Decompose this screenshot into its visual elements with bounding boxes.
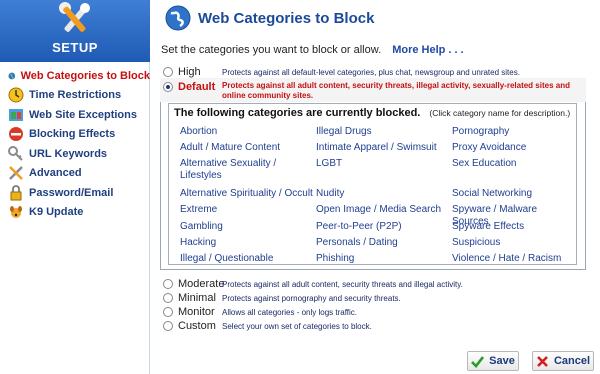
sidebar-item-time-restrictions[interactable]: Time Restrictions (0, 86, 150, 106)
sidebar-item-label: Web Site Exceptions (29, 108, 137, 121)
category-link[interactable]: Violence / Hate / Racism (452, 253, 561, 265)
level-moderate-radio[interactable] (163, 279, 173, 289)
category-link[interactable]: Phishing (316, 253, 354, 265)
level-name: Default (178, 81, 216, 93)
key-icon (8, 145, 23, 161)
sidebar-item-label: Web Categories to Block (20, 69, 150, 82)
category-link[interactable]: Personals / Dating (316, 237, 398, 249)
category-link[interactable]: Hacking (180, 237, 216, 249)
level-minimal-radio[interactable] (163, 293, 173, 303)
sidebar-item-password-email[interactable]: Password/Email (0, 183, 150, 203)
tools-icon (59, 2, 90, 32)
category-link[interactable]: Nudity (316, 188, 344, 200)
setup-label: SETUP (52, 40, 98, 55)
level-description: Protects against all default-level categ… (222, 67, 520, 77)
level-custom-radio[interactable] (163, 321, 173, 331)
more-help-link[interactable]: More Help . . . (392, 44, 464, 56)
category-link[interactable]: Sex Education (452, 158, 517, 170)
category-link[interactable]: Illegal / Questionable (180, 253, 273, 265)
category-link[interactable]: Gambling (180, 221, 223, 233)
tools-icon (9, 166, 23, 181)
checkmark-icon (471, 355, 485, 368)
globe-icon (165, 5, 191, 31)
category-link[interactable]: Pornography (452, 126, 509, 138)
level-description: Protects against pornography and securit… (222, 293, 401, 303)
sidebar-item-blocking-effects[interactable]: Blocking Effects (0, 125, 150, 145)
exceptions-icon (9, 108, 23, 121)
sidebar-item-label: Advanced (29, 167, 82, 180)
sidebar-item-label: Password/Email (29, 186, 114, 199)
close-icon (537, 355, 548, 367)
category-link[interactable]: Adult / Mature Content (180, 142, 280, 154)
level-monitor[interactable]: Monitor Allows all categories - only log… (163, 306, 357, 318)
sidebar: SETUP Web Categories to Block Time Restr… (0, 0, 150, 374)
save-label: Save (489, 355, 515, 367)
sidebar-item-label: URL Keywords (29, 147, 108, 160)
level-description: Protects against all adult content, secu… (222, 279, 463, 289)
sidebar-item-k9-update[interactable]: K9 Update (0, 203, 150, 223)
category-link[interactable]: Proxy Avoidance (452, 142, 526, 154)
blocked-categories-panel: The following categories are currently b… (168, 103, 577, 265)
cancel-label: Cancel (553, 355, 591, 367)
page-header: Web Categories to Block (165, 4, 374, 32)
level-description: Select your own set of categories to blo… (222, 321, 372, 331)
category-link[interactable]: Extreme (180, 204, 217, 216)
category-link[interactable]: Social Networking (452, 188, 532, 200)
intro-text: Set the categories you want to block or … (161, 44, 464, 56)
sidebar-item-label: Blocking Effects (29, 128, 116, 141)
blocked-note: (Click category name for description.) (429, 108, 571, 118)
category-link[interactable]: Alternative Sexuality / Lifestyles (180, 158, 300, 182)
sidebar-item-web-categories[interactable]: Web Categories to Block (0, 66, 150, 86)
level-name: Monitor (178, 306, 215, 318)
category-link[interactable]: Illegal Drugs (316, 126, 372, 138)
category-link[interactable]: Alternative Spirituality / Occult (180, 188, 313, 200)
category-link[interactable]: Intimate Apparel / Swimsuit (316, 142, 437, 154)
sidebar-item-label: Time Restrictions (29, 89, 122, 102)
level-monitor-radio[interactable] (163, 307, 173, 317)
blocked-categories-header: The following categories are currently b… (174, 107, 570, 119)
category-link[interactable]: Abortion (180, 126, 217, 138)
sidebar-item-web-site-exceptions[interactable]: Web Site Exceptions (0, 105, 150, 125)
category-link[interactable]: Peer-to-Peer (P2P) (316, 221, 402, 233)
level-custom[interactable]: Custom Select your own set of categories… (163, 320, 372, 332)
blocking-effects-icon (9, 127, 23, 142)
sidebar-item-url-keywords[interactable]: URL Keywords (0, 144, 150, 164)
page-title: Web Categories to Block (198, 9, 375, 27)
sidebar-item-advanced[interactable]: Advanced (0, 164, 150, 184)
level-name: Minimal (178, 292, 216, 304)
level-high-radio[interactable] (163, 67, 173, 77)
save-button[interactable]: Save (467, 351, 519, 371)
intro-label: Set the categories you want to block or … (161, 44, 382, 56)
level-name: Moderate (178, 278, 225, 290)
cancel-button[interactable]: Cancel (532, 351, 594, 371)
globe-icon (8, 72, 16, 80)
level-moderate[interactable]: Moderate Protects against all adult cont… (163, 278, 463, 290)
category-link[interactable]: Spyware Effects (452, 221, 524, 233)
level-high[interactable]: High Protects against all default-level … (163, 66, 520, 78)
level-default[interactable]: Default Protects against all adult conte… (163, 81, 577, 101)
sidebar-item-label: K9 Update (29, 206, 84, 219)
category-link[interactable]: Open Image / Media Search (316, 204, 441, 216)
level-description: Protects against all adult content, secu… (222, 81, 570, 100)
level-minimal[interactable]: Minimal Protects against pornography and… (163, 292, 401, 304)
setup-banner: SETUP (0, 0, 150, 62)
lock-icon (10, 184, 22, 201)
blocked-heading: The following categories are currently b… (174, 107, 421, 119)
k9-dog-icon (10, 206, 22, 219)
sidebar-nav: Web Categories to Block Time Restriction… (0, 66, 150, 222)
level-default-radio[interactable] (163, 82, 173, 92)
category-link[interactable]: LGBT (316, 158, 342, 170)
clock-icon (8, 87, 24, 103)
level-description: Allows all categories - only logs traffi… (222, 307, 358, 317)
category-link[interactable]: Suspicious (452, 237, 500, 249)
level-name: High (178, 66, 201, 78)
main-panel: Web Categories to Block Set the categori… (151, 0, 600, 374)
level-name: Custom (178, 320, 216, 332)
